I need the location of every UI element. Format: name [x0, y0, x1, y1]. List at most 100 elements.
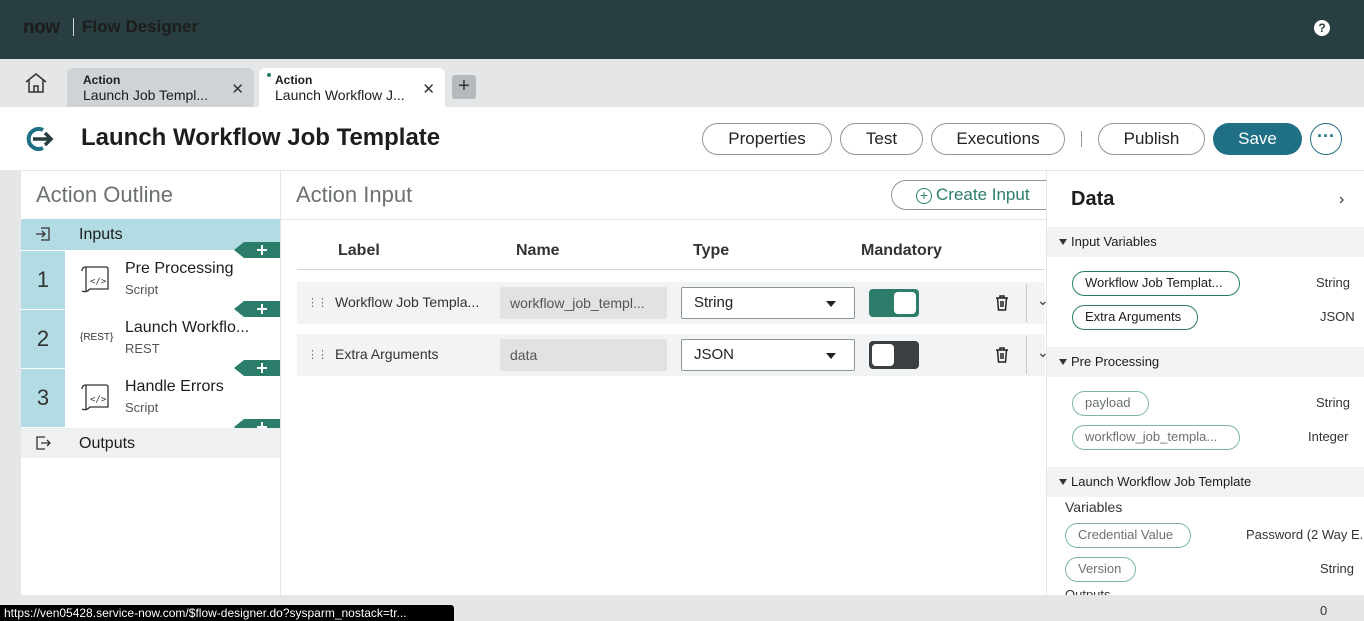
action-icon	[26, 127, 54, 151]
tab-kind: Action	[83, 73, 121, 87]
script-icon: </>	[81, 384, 109, 411]
footer-count: 0	[1320, 603, 1328, 618]
tab-launch-job-template[interactable]: Action Launch Job Templ... ✕	[67, 68, 254, 107]
app-name: Flow Designer	[82, 17, 199, 36]
save-button[interactable]: Save	[1213, 123, 1302, 155]
script-icon: </>	[81, 266, 109, 293]
data-pill-type: String	[1316, 395, 1350, 410]
data-pill-type: JSON	[1320, 309, 1355, 324]
input-type-select[interactable]: String	[681, 287, 855, 319]
data-pill[interactable]: workflow_job_templa...	[1072, 425, 1240, 450]
column-header-mandatory: Mandatory	[861, 242, 942, 259]
caret-down-icon	[1059, 479, 1067, 485]
more-options-icon[interactable]: ···	[1310, 123, 1342, 155]
section-label: Pre Processing	[1071, 354, 1160, 369]
step-number: 1	[21, 251, 65, 309]
help-icon[interactable]: ?	[1314, 20, 1330, 36]
data-pill-type: Password (2 Way E...	[1246, 527, 1364, 542]
add-step-icon[interactable]	[234, 301, 280, 317]
data-pill[interactable]: Workflow Job Templat...	[1072, 271, 1240, 296]
divider	[281, 219, 1046, 220]
servicenow-logo[interactable]: now	[23, 17, 60, 39]
action-input-panel	[281, 171, 1046, 595]
publish-button[interactable]: Publish	[1098, 123, 1205, 155]
unsaved-indicator	[267, 73, 271, 77]
row-divider	[1026, 284, 1027, 322]
step-name: Launch Workflo...	[125, 319, 250, 336]
add-tab-button[interactable]: +	[452, 75, 476, 99]
data-pill[interactable]: Credential Value	[1065, 523, 1191, 548]
type-value: JSON	[694, 346, 735, 363]
executions-button[interactable]: Executions	[931, 123, 1065, 155]
input-label-field[interactable]: Workflow Job Templa...	[335, 294, 490, 310]
outline-outputs[interactable]: Outputs	[21, 428, 280, 458]
svg-text:</>: </>	[90, 395, 107, 405]
data-panel-title: Data	[1071, 188, 1115, 210]
data-pill-type: String	[1316, 275, 1350, 290]
create-input-label: Create Input	[936, 185, 1030, 204]
variables-label: Variables	[1065, 499, 1123, 515]
trash-icon[interactable]	[994, 294, 1010, 312]
close-tab-icon[interactable]: ✕	[231, 80, 244, 98]
type-value: String	[694, 294, 734, 311]
drag-handle-icon[interactable]: ⋮⋮	[307, 296, 328, 309]
caret-down-icon	[1059, 359, 1067, 365]
input-label-field[interactable]: Extra Arguments	[335, 346, 490, 362]
chevron-right-icon[interactable]: ›	[1339, 191, 1344, 209]
section-launch-workflow[interactable]: Launch Workflow Job Template	[1047, 467, 1364, 497]
outline-inputs-label: Inputs	[79, 226, 123, 243]
svg-text:</>: </>	[90, 277, 107, 287]
properties-button[interactable]: Properties	[702, 123, 832, 155]
outline-title: Action Outline	[36, 182, 173, 207]
chevron-down-icon	[826, 353, 836, 359]
add-step-icon[interactable]	[234, 360, 280, 376]
drag-handle-icon[interactable]: ⋮⋮	[307, 348, 328, 361]
input-type-select[interactable]: JSON	[681, 339, 855, 371]
data-pill-type: String	[1320, 561, 1354, 576]
step-name: Handle Errors	[125, 378, 224, 395]
tab-title: Launch Job Templ...	[83, 87, 209, 103]
rest-icon: {REST}	[80, 332, 114, 343]
outline-outputs-label: Outputs	[79, 435, 136, 452]
data-pill[interactable]: payload	[1072, 391, 1149, 416]
row-divider	[1026, 336, 1027, 374]
tab-title: Launch Workflow J...	[275, 87, 405, 103]
input-arrow-icon	[36, 227, 50, 241]
section-label: Launch Workflow Job Template	[1071, 474, 1252, 489]
column-header-type: Type	[693, 242, 730, 259]
column-header-name: Name	[516, 242, 560, 259]
step-type: Script	[125, 282, 159, 297]
data-pill-type: Integer	[1308, 429, 1349, 444]
add-step-icon[interactable]	[234, 242, 280, 258]
close-tab-icon[interactable]: ✕	[422, 80, 435, 98]
plus-circle-icon: +	[916, 188, 932, 204]
create-input-button[interactable]: + Create Input	[891, 180, 1051, 210]
data-panel: Data › Input Variables Workflow Job Temp…	[1046, 171, 1364, 595]
header-divider	[297, 269, 1045, 270]
input-row: ⋮⋮ Extra Arguments data JSON ⌄	[297, 334, 1049, 376]
data-pill[interactable]: Extra Arguments	[1072, 305, 1198, 330]
output-arrow-icon	[36, 436, 51, 450]
input-name-field: data	[500, 339, 667, 371]
chevron-down-icon	[826, 301, 836, 307]
input-row: ⋮⋮ Workflow Job Templa... workflow_job_t…	[297, 282, 1049, 324]
input-name-field: workflow_job_templ...	[500, 287, 667, 319]
tab-launch-workflow-job-template[interactable]: Action Launch Workflow J... ✕	[259, 68, 445, 107]
section-title: Action Input	[296, 182, 413, 207]
data-pill[interactable]: Version	[1065, 557, 1136, 582]
home-icon[interactable]	[24, 72, 48, 94]
test-button[interactable]: Test	[840, 123, 923, 155]
tab-kind: Action	[275, 73, 313, 87]
mandatory-toggle-off[interactable]	[869, 341, 919, 369]
page-title: Launch Workflow Job Template	[81, 124, 441, 151]
outputs-label: Outputs	[1065, 587, 1111, 595]
topbar-divider	[73, 18, 74, 36]
left-gutter	[0, 171, 21, 595]
step-number: 3	[21, 369, 65, 427]
header-divider	[1081, 131, 1082, 147]
step-name: Pre Processing	[125, 260, 234, 277]
mandatory-toggle-on[interactable]	[869, 289, 919, 317]
section-input-variables[interactable]: Input Variables	[1047, 227, 1364, 257]
section-pre-processing[interactable]: Pre Processing	[1047, 347, 1364, 377]
trash-icon[interactable]	[994, 346, 1010, 364]
